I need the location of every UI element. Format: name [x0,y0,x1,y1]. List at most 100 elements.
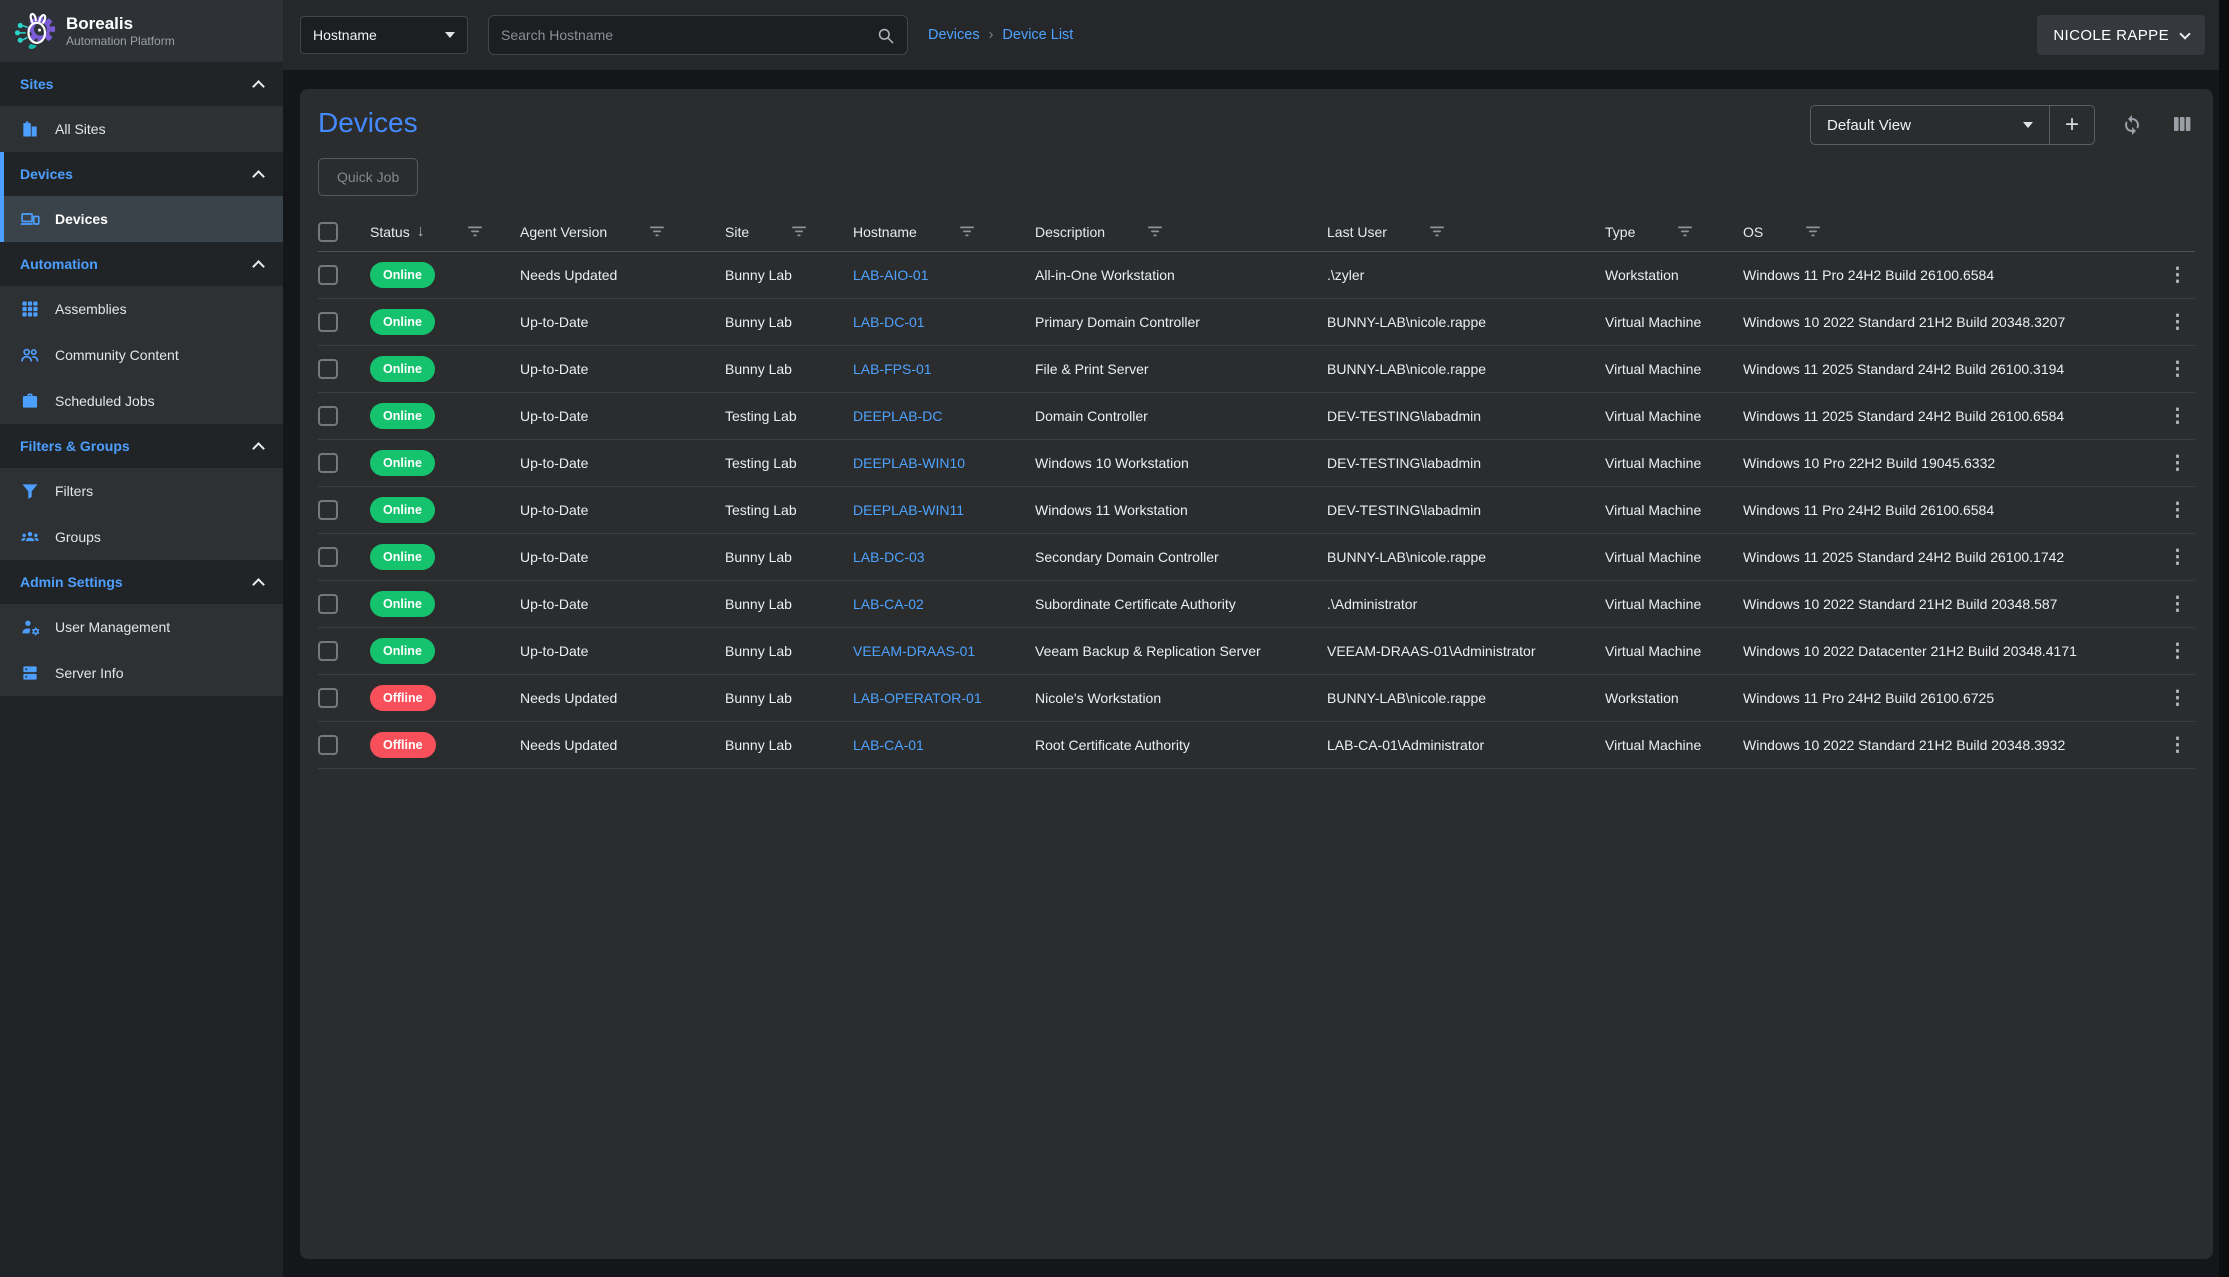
column-settings-button[interactable] [2169,112,2195,138]
kebab-menu-icon[interactable]: ⋮ [2162,640,2193,663]
agent-version-cell: Up-to-Date [520,549,725,565]
type-cell: Virtual Machine [1605,455,1743,471]
sidebar-item-groups[interactable]: Groups [0,514,283,560]
column-header-description[interactable]: Description ↓ [1035,224,1327,240]
sidebar-section-filters-groups[interactable]: Filters & Groups [0,424,283,468]
row-checkbox[interactable] [318,265,338,285]
sidebar-section-devices[interactable]: Devices [0,152,283,196]
filter-icon[interactable] [1429,226,1445,237]
hostname-link[interactable]: LAB-AIO-01 [853,267,928,283]
kebab-menu-icon[interactable]: ⋮ [2162,734,2193,757]
column-header-os[interactable]: OS ↓ [1743,224,2151,240]
type-cell: Virtual Machine [1605,408,1743,424]
breadcrumb-devices[interactable]: Devices [928,27,980,43]
sidebar-item-assemblies[interactable]: Assemblies [0,286,283,332]
row-checkbox[interactable] [318,406,338,426]
kebab-menu-icon[interactable]: ⋮ [2162,405,2193,428]
hostname-link[interactable]: LAB-FPS-01 [853,361,932,377]
column-header-last-user[interactable]: Last User ↓ [1327,224,1605,240]
filter-icon[interactable] [1147,226,1163,237]
filter-icon[interactable] [791,226,807,237]
hostname-link[interactable]: LAB-DC-03 [853,549,925,565]
description-cell: Windows 10 Workstation [1035,455,1327,471]
page-scrollbar[interactable] [2219,0,2229,1277]
table-row: Offline Needs Updated Bunny Lab LAB-CA-0… [318,722,2195,769]
sidebar-section-automation[interactable]: Automation [0,242,283,286]
site-cell: Bunny Lab [725,737,853,753]
user-menu-button[interactable]: NICOLE RAPPE [2037,15,2205,55]
view-selector-dropdown[interactable]: Default View [1811,106,2049,144]
kebab-menu-icon[interactable]: ⋮ [2162,264,2193,287]
kebab-menu-icon[interactable]: ⋮ [2162,687,2193,710]
grid-icon [20,299,40,319]
status-badge: Online [370,591,435,617]
filter-icon[interactable] [649,226,665,237]
filter-icon[interactable] [1805,226,1821,237]
row-checkbox[interactable] [318,735,338,755]
sidebar-section-admin-settings[interactable]: Admin Settings [0,560,283,604]
row-checkbox[interactable] [318,312,338,332]
column-header-site[interactable]: Site ↓ [725,224,853,240]
sidebar-item-scheduled-jobs[interactable]: Scheduled Jobs [0,378,283,424]
column-header-agent-version[interactable]: Agent Version ↓ [520,224,725,240]
status-badge: Online [370,544,435,570]
hostname-link[interactable]: LAB-OPERATOR-01 [853,690,982,706]
hostname-link[interactable]: DEEPLAB-WIN11 [853,502,964,518]
row-checkbox[interactable] [318,359,338,379]
sidebar-item-all-sites[interactable]: All Sites [0,106,283,152]
row-checkbox[interactable] [318,594,338,614]
row-checkbox[interactable] [318,547,338,567]
sidebar-item-devices[interactable]: Devices [0,196,283,242]
description-cell: Subordinate Certificate Authority [1035,596,1327,612]
kebab-menu-icon[interactable]: ⋮ [2162,452,2193,475]
brand-subtitle: Automation Platform [66,34,175,48]
status-badge: Offline [370,732,436,758]
hostname-link[interactable]: VEEAM-DRAAS-01 [853,643,975,659]
quick-job-button[interactable]: Quick Job [318,158,418,196]
sidebar: Borealis Automation Platform Sites All S… [0,0,283,1277]
sidebar-item-filters[interactable]: Filters [0,468,283,514]
column-header-status[interactable]: Status ↓ [370,223,520,241]
status-badge: Online [370,262,435,288]
kebab-menu-icon[interactable]: ⋮ [2162,311,2193,334]
kebab-menu-icon[interactable]: ⋮ [2162,593,2193,616]
hostname-link[interactable]: DEEPLAB-WIN10 [853,455,965,471]
kebab-menu-icon[interactable]: ⋮ [2162,546,2193,569]
breadcrumb-device-list[interactable]: Device List [1002,27,1073,43]
sidebar-item-community-content[interactable]: Community Content [0,332,283,378]
filter-icon[interactable] [467,226,483,237]
user-name: NICOLE RAPPE [2053,27,2169,44]
kebab-menu-icon[interactable]: ⋮ [2162,499,2193,522]
hostname-link[interactable]: LAB-CA-01 [853,737,924,753]
sidebar-item-user-management[interactable]: User Management [0,604,283,650]
hostname-link[interactable]: LAB-CA-02 [853,596,924,612]
filter-icon[interactable] [1677,226,1693,237]
hostname-link[interactable]: LAB-DC-01 [853,314,925,330]
description-cell: Nicole's Workstation [1035,690,1327,706]
chevron-up-icon [252,170,265,183]
os-cell: Windows 11 Pro 24H2 Build 26100.6584 [1743,267,2151,283]
hostname-link[interactable]: DEEPLAB-DC [853,408,942,424]
row-checkbox[interactable] [318,641,338,661]
row-checkbox[interactable] [318,453,338,473]
borealis-rabbit-logo [12,9,56,53]
kebab-menu-icon[interactable]: ⋮ [2162,358,2193,381]
select-all-checkbox[interactable] [318,222,338,242]
search-input[interactable] [501,27,876,43]
filter-icon[interactable] [959,226,975,237]
last-user-cell: BUNNY-LAB\nicole.rappe [1327,690,1605,706]
search-field-selector[interactable]: Hostname [300,16,468,54]
column-header-type[interactable]: Type ↓ [1605,224,1743,240]
column-header-hostname[interactable]: Hostname ↓ [853,224,1035,240]
add-view-button[interactable]: + [2050,106,2094,144]
row-checkbox[interactable] [318,688,338,708]
type-cell: Virtual Machine [1605,549,1743,565]
last-user-cell: DEV-TESTING\labadmin [1327,455,1605,471]
sidebar-item-server-info[interactable]: Server Info [0,650,283,696]
last-user-cell: .\Administrator [1327,596,1605,612]
row-checkbox[interactable] [318,500,338,520]
table-row: Online Up-to-Date Testing Lab DEEPLAB-WI… [318,440,2195,487]
sidebar-section-sites[interactable]: Sites [0,62,283,106]
refresh-button[interactable] [2119,112,2145,138]
type-cell: Virtual Machine [1605,502,1743,518]
